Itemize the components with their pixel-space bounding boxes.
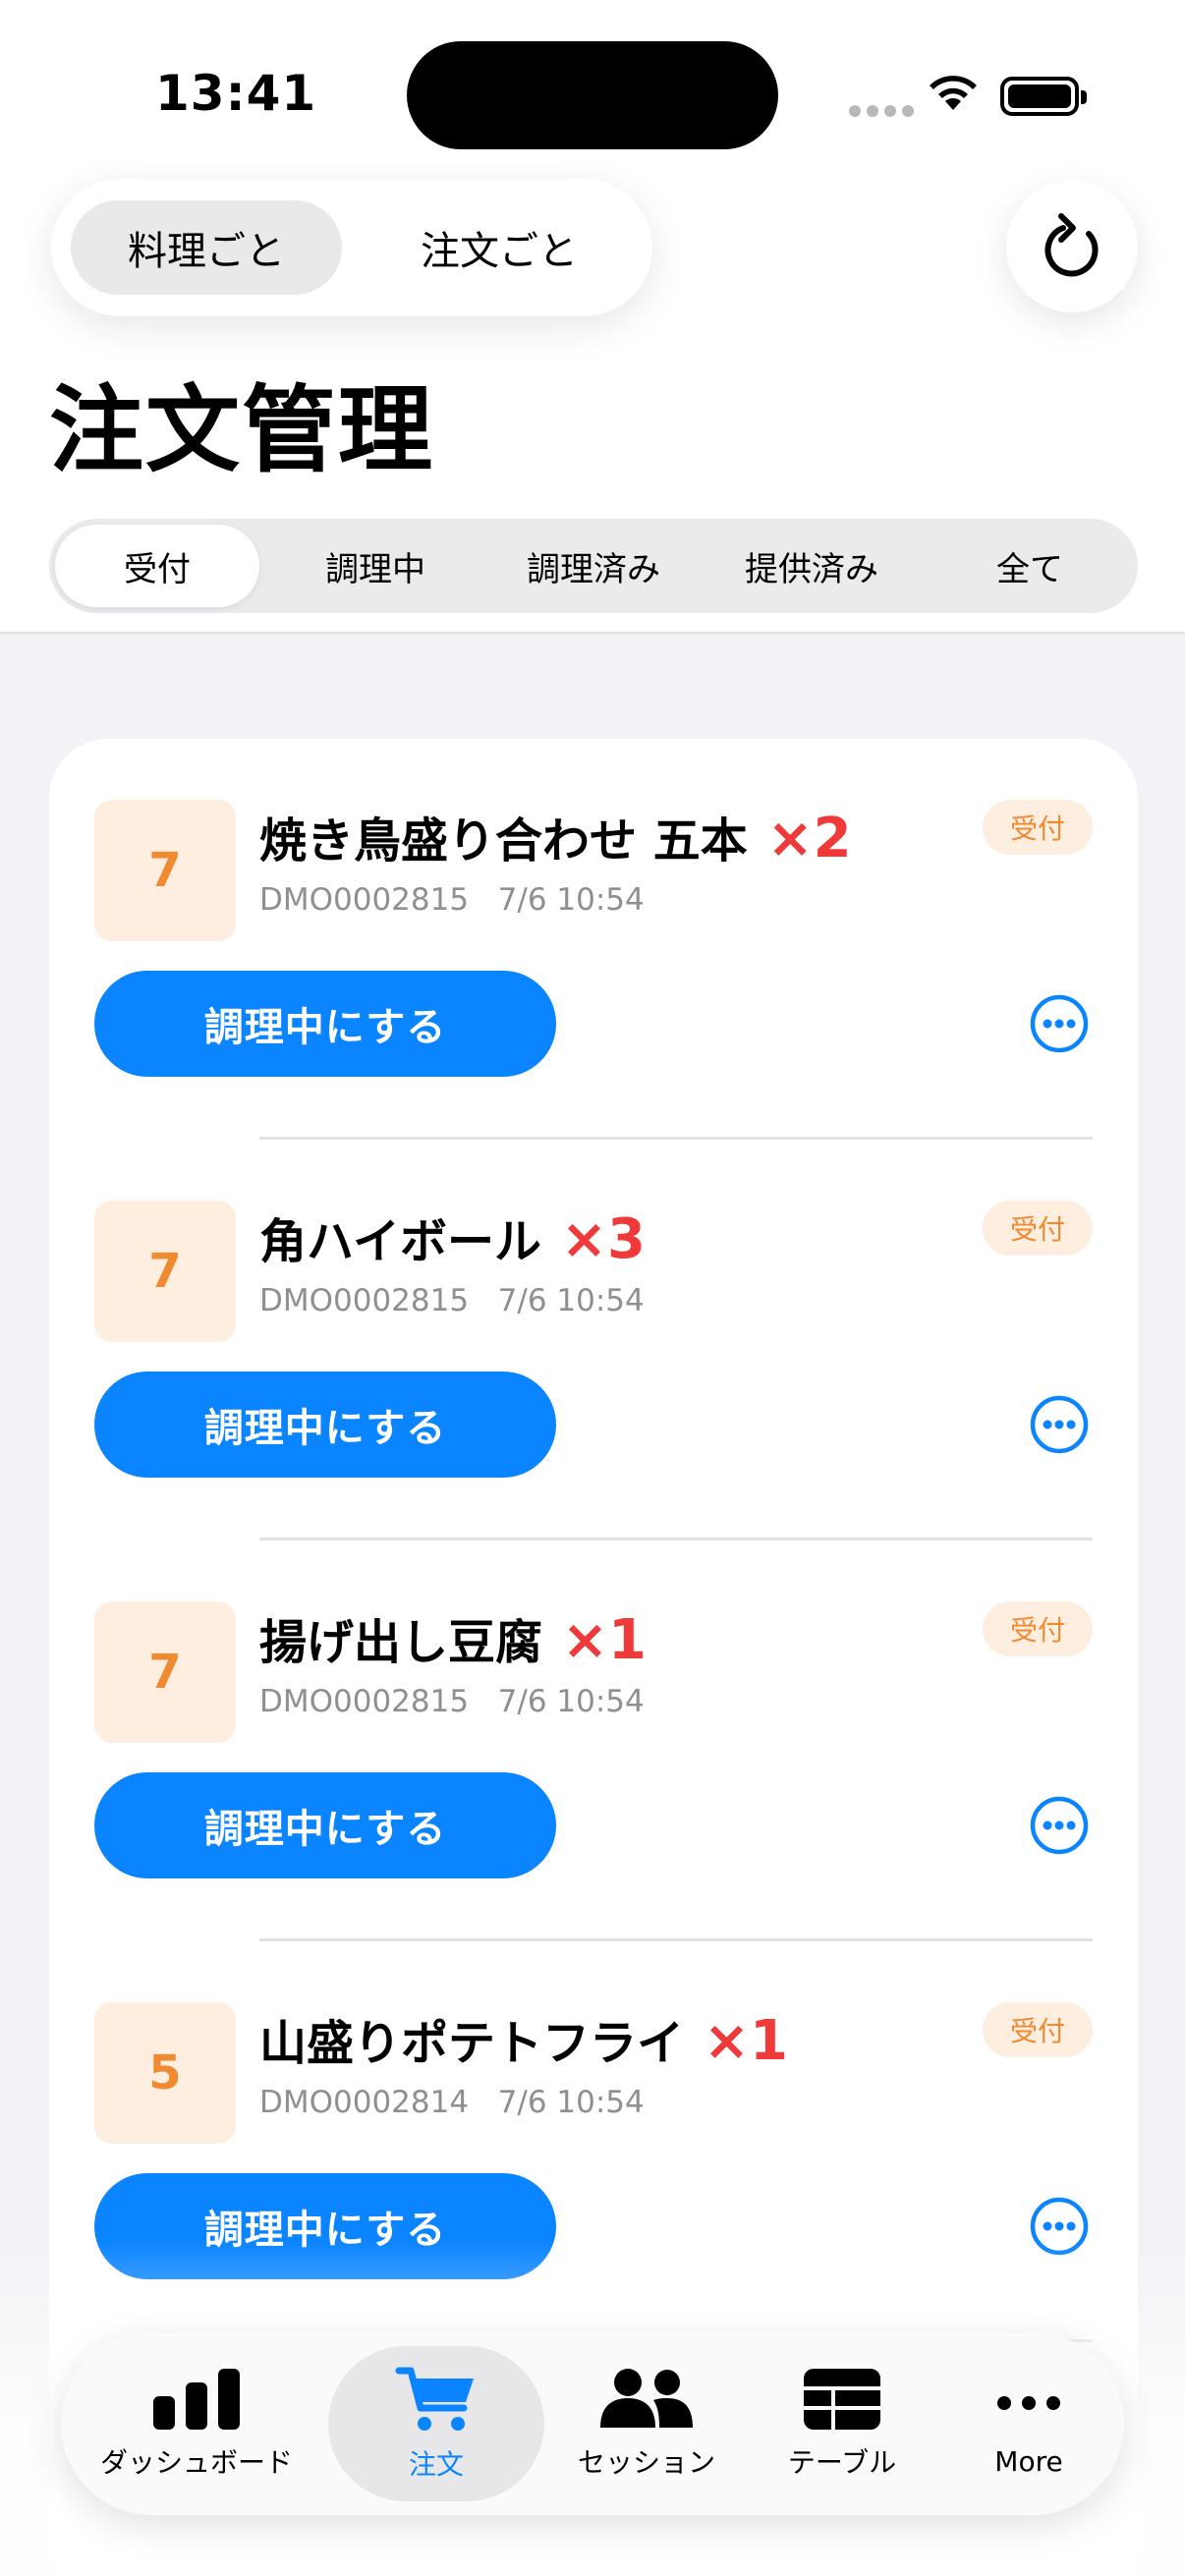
item-name: 揚げ出し豆腐 xyxy=(259,1615,543,1670)
order-row: 7 角ハイボール ×3 DMO0002815 7/6 10:54 受付 調理中にす… xyxy=(49,1140,1138,1540)
table-number: 7 xyxy=(94,800,236,941)
more-options-icon[interactable] xyxy=(1030,1796,1089,1855)
people-icon xyxy=(600,2369,693,2428)
tab-orders[interactable]: 注文 xyxy=(328,2332,544,2515)
start-cooking-button[interactable]: 調理中にする xyxy=(94,1772,556,1878)
more-options-icon[interactable] xyxy=(1030,1395,1089,1454)
item-title: 角ハイボール ×3 xyxy=(259,1203,646,1271)
page-title: 注文管理 xyxy=(49,375,434,485)
order-id: DMO0002814 xyxy=(259,2085,470,2120)
table-number: 5 xyxy=(94,2002,236,2144)
dynamic-island xyxy=(407,41,778,149)
table-number: 7 xyxy=(94,1201,236,1342)
order-time: 7/6 10:54 xyxy=(497,2085,645,2120)
order-time: 7/6 10:54 xyxy=(497,1283,645,1318)
item-name: 角ハイボール xyxy=(259,1214,542,1269)
order-meta: DMO0002815 7/6 10:54 xyxy=(259,882,645,918)
tab-tables[interactable]: テーブル xyxy=(749,2332,935,2515)
table-number: 7 xyxy=(94,1601,236,1743)
item-name: 山盛りポテトフライ xyxy=(259,2016,685,2071)
order-time: 7/6 10:54 xyxy=(497,1684,645,1719)
toggle-by-order[interactable]: 注文ごと xyxy=(364,200,635,295)
order-time: 7/6 10:54 xyxy=(497,882,645,918)
item-name: 焼き鳥盛り合わせ 五本 xyxy=(259,813,748,868)
item-title: 山盛りポテトフライ ×1 xyxy=(259,2004,788,2073)
order-meta: DMO0002815 7/6 10:54 xyxy=(259,1684,645,1719)
item-title: 揚げ出し豆腐 ×1 xyxy=(259,1603,647,1672)
more-options-icon[interactable] xyxy=(1030,994,1089,1053)
order-row: 7 焼き鳥盛り合わせ 五本 ×2 DMO0002815 7/6 10:54 受付 … xyxy=(49,739,1138,1140)
tab-more[interactable]: More xyxy=(933,2332,1124,2515)
item-quantity: ×1 xyxy=(704,2009,788,2073)
tab-label: More xyxy=(994,2444,1063,2478)
tab-label: 注文 xyxy=(408,2448,464,2481)
start-cooking-button[interactable]: 調理中にする xyxy=(94,971,556,1077)
status-bar: 13:41 xyxy=(0,0,1185,167)
status-filter: 受付 調理中 調理済み 提供済み 全て xyxy=(49,519,1138,613)
toggle-by-dish[interactable]: 料理ごと xyxy=(71,200,342,295)
start-cooking-button[interactable]: 調理中にする xyxy=(94,1372,556,1478)
order-id: DMO0002815 xyxy=(259,882,470,918)
item-title: 焼き鳥盛り合わせ 五本 ×2 xyxy=(259,802,852,870)
item-quantity: ×2 xyxy=(766,807,852,870)
filter-served[interactable]: 提供済み xyxy=(709,525,914,607)
item-quantity: ×3 xyxy=(561,1207,646,1271)
status-badge: 受付 xyxy=(983,800,1093,855)
order-id: DMO0002815 xyxy=(259,1684,470,1719)
refresh-icon xyxy=(1044,213,1099,277)
tab-bar: ダッシュボード 注文 セッション テーブル More xyxy=(61,2332,1124,2515)
filter-cooked[interactable]: 調理済み xyxy=(491,525,696,607)
tab-label: ダッシュボード xyxy=(99,2446,293,2479)
order-row: 7 揚げ出し豆腐 ×1 DMO0002815 7/6 10:54 受付 調理中にす… xyxy=(49,1540,1138,1941)
tab-dashboard[interactable]: ダッシュボード xyxy=(61,2332,332,2515)
filter-received[interactable]: 受付 xyxy=(55,525,259,607)
status-badge: 受付 xyxy=(983,2002,1093,2057)
battery-icon xyxy=(1000,77,1087,116)
order-meta: DMO0002815 7/6 10:54 xyxy=(259,1283,645,1318)
tab-label: セッション xyxy=(577,2446,715,2479)
cellular-signal-icon xyxy=(849,102,920,121)
more-icon xyxy=(997,2395,1060,2410)
filter-cooking[interactable]: 調理中 xyxy=(273,525,478,607)
order-id: DMO0002815 xyxy=(259,1283,470,1318)
status-time: 13:41 xyxy=(155,65,317,122)
tab-sessions[interactable]: セッション xyxy=(548,2332,745,2515)
order-meta: DMO0002814 7/6 10:54 xyxy=(259,2085,645,2120)
wifi-icon xyxy=(930,76,977,110)
view-toggle: 料理ごと 注文ごと xyxy=(51,179,652,316)
cart-icon xyxy=(395,2367,474,2431)
table-icon xyxy=(804,2369,880,2430)
status-badge: 受付 xyxy=(983,1201,1093,1256)
bar-chart-icon xyxy=(153,2369,240,2430)
status-badge: 受付 xyxy=(983,1601,1093,1656)
tab-label: テーブル xyxy=(787,2446,897,2479)
item-quantity: ×1 xyxy=(562,1608,647,1672)
refresh-button[interactable] xyxy=(1006,181,1138,312)
filter-all[interactable]: 全て xyxy=(928,525,1132,607)
